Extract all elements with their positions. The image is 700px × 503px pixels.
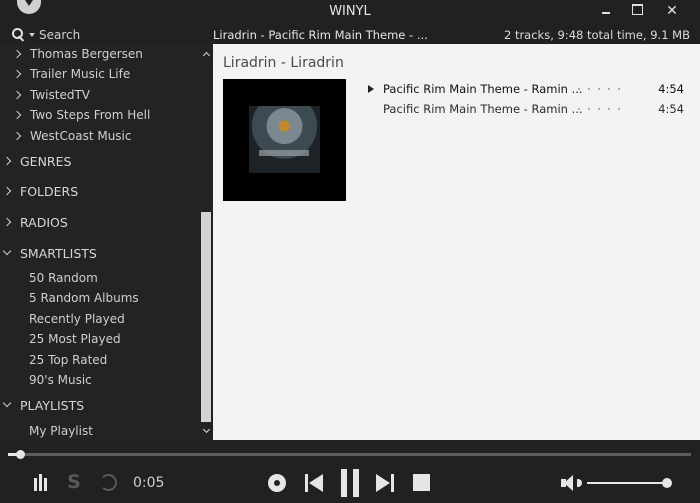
expand-arrow-icon[interactable] xyxy=(12,131,22,141)
track-row[interactable]: Pacific Rim Main Theme - Ramin ... 4:54 xyxy=(365,79,690,99)
track-row[interactable]: Pacific Rim Main Theme - Ramin ... 4:54 xyxy=(365,99,690,119)
expand-arrow-icon[interactable] xyxy=(12,69,22,79)
next-track-button[interactable] xyxy=(376,474,394,492)
stop-button[interactable] xyxy=(413,474,430,491)
expand-arrow-icon[interactable] xyxy=(2,156,12,166)
track-rating[interactable] xyxy=(578,108,620,110)
track-title: Pacific Rim Main Theme - Ramin ... xyxy=(383,82,583,96)
smartlist-label: 90's Music xyxy=(29,373,92,387)
section-genres[interactable]: GENRES xyxy=(2,151,72,171)
pause-button[interactable] xyxy=(340,469,360,497)
library-summary: 2 tracks, 9:48 total time, 9.1 MB xyxy=(503,28,690,42)
expand-arrow-icon[interactable] xyxy=(12,49,22,59)
tree-item-artist[interactable]: Two Steps From Hell xyxy=(12,105,151,125)
tree-item-artist[interactable]: TwistedTV xyxy=(12,85,90,105)
title-bar: WINYL ✕ xyxy=(0,0,700,24)
tree-item-artist[interactable]: Trailer Music Life xyxy=(12,64,131,84)
smartlist-item[interactable]: 25 Most Played xyxy=(29,329,121,349)
album-cover-art xyxy=(249,106,320,173)
play-mode-disc-icon[interactable] xyxy=(268,474,286,492)
track-list-panel: Liradrin - Liradrin Pacific Rim Main The… xyxy=(213,44,700,440)
search-box[interactable]: Search xyxy=(10,26,80,44)
winyl-window: WINYL ✕ Search Liradrin - Pacific Rim Ma… xyxy=(0,0,700,503)
expand-arrow-icon[interactable] xyxy=(12,90,22,100)
scrollbar-thumb[interactable] xyxy=(201,212,211,422)
sidebar-scrollbar[interactable] xyxy=(199,44,213,440)
section-label: RADIOS xyxy=(20,214,68,230)
now-playing-icon xyxy=(368,85,374,93)
app-title: WINYL xyxy=(329,4,371,19)
maximize-button[interactable] xyxy=(628,0,658,24)
section-playlists[interactable]: PLAYLISTS xyxy=(2,395,85,415)
previous-track-button[interactable] xyxy=(305,474,323,492)
section-label: PLAYLISTS xyxy=(20,397,85,413)
volume-wave-icon xyxy=(577,479,582,487)
playlist-label: My Playlist xyxy=(29,424,93,438)
track-rating[interactable] xyxy=(578,88,620,90)
library-tree: Thomas Bergersen Trailer Music Life Twis… xyxy=(0,44,213,440)
track-duration: 4:54 xyxy=(658,82,684,96)
expand-arrow-icon[interactable] xyxy=(2,186,12,196)
tree-item-label: Two Steps From Hell xyxy=(30,108,151,122)
minimize-button[interactable] xyxy=(596,0,626,24)
tree-item-label: WestCoast Music xyxy=(30,129,132,143)
expand-arrow-icon[interactable] xyxy=(2,217,12,227)
album-cover xyxy=(223,79,346,201)
tracklist: Pacific Rim Main Theme - Ramin ... 4:54 … xyxy=(365,79,690,119)
smartlist-label: Recently Played xyxy=(29,312,125,326)
section-folders[interactable]: FOLDERS xyxy=(2,181,79,201)
section-label: GENRES xyxy=(20,153,72,169)
tree-item-label: TwistedTV xyxy=(30,88,90,102)
section-radios[interactable]: RADIOS xyxy=(2,212,68,232)
smartlist-item[interactable]: 50 Random xyxy=(29,268,98,288)
section-label: FOLDERS xyxy=(20,183,79,199)
track-duration: 4:54 xyxy=(658,102,684,116)
section-smartlists[interactable]: SMARTLISTS xyxy=(2,243,97,263)
tree-item-label: Trailer Music Life xyxy=(30,67,131,81)
smartlist-item[interactable]: 25 Top Rated xyxy=(29,350,107,370)
scroll-down-icon[interactable] xyxy=(202,427,210,435)
close-button[interactable]: ✕ xyxy=(662,0,682,24)
search-placeholder: Search xyxy=(39,28,81,42)
collapse-arrow-icon[interactable] xyxy=(2,246,12,256)
smartlist-label: 5 Random Albums xyxy=(29,291,139,305)
album-header: Liradrin - Liradrin xyxy=(223,55,344,71)
tree-item-artist[interactable]: WestCoast Music xyxy=(12,126,132,146)
shuffle-icon[interactable]: S xyxy=(65,472,83,492)
volume-slider-handle[interactable] xyxy=(662,478,672,488)
smartlist-item[interactable]: 90's Music xyxy=(29,370,92,390)
collapse-arrow-icon[interactable] xyxy=(2,398,12,408)
repeat-icon[interactable] xyxy=(100,474,117,491)
equalizer-icon[interactable] xyxy=(34,474,48,491)
elapsed-time: 0:05 xyxy=(133,475,165,491)
tree-item-artist[interactable]: Thomas Bergersen xyxy=(12,44,143,64)
scroll-up-icon[interactable] xyxy=(202,50,210,58)
smartlist-label: 25 Top Rated xyxy=(29,353,108,367)
smartlist-label: 50 Random xyxy=(29,271,98,285)
section-label: SMARTLISTS xyxy=(20,245,97,261)
tree-item-label: Thomas Bergersen xyxy=(30,47,143,61)
volume-slider[interactable] xyxy=(587,478,672,488)
track-title: Pacific Rim Main Theme - Ramin ... xyxy=(383,102,583,116)
smartlist-item[interactable]: Recently Played xyxy=(29,309,125,329)
smartlist-label: 25 Most Played xyxy=(29,332,121,346)
search-options-caret-icon[interactable] xyxy=(29,33,35,37)
now-playing-title: Liradrin - Pacific Rim Main Theme - ... xyxy=(213,28,428,42)
expand-arrow-icon[interactable] xyxy=(12,110,22,120)
search-icon xyxy=(10,27,28,43)
volume-slider-fill xyxy=(587,482,667,484)
playlist-item[interactable]: My Playlist xyxy=(29,421,93,440)
seek-bar[interactable] xyxy=(8,450,691,459)
smartlist-item[interactable]: 5 Random Albums xyxy=(29,288,139,308)
seek-bar-handle[interactable] xyxy=(15,450,25,459)
